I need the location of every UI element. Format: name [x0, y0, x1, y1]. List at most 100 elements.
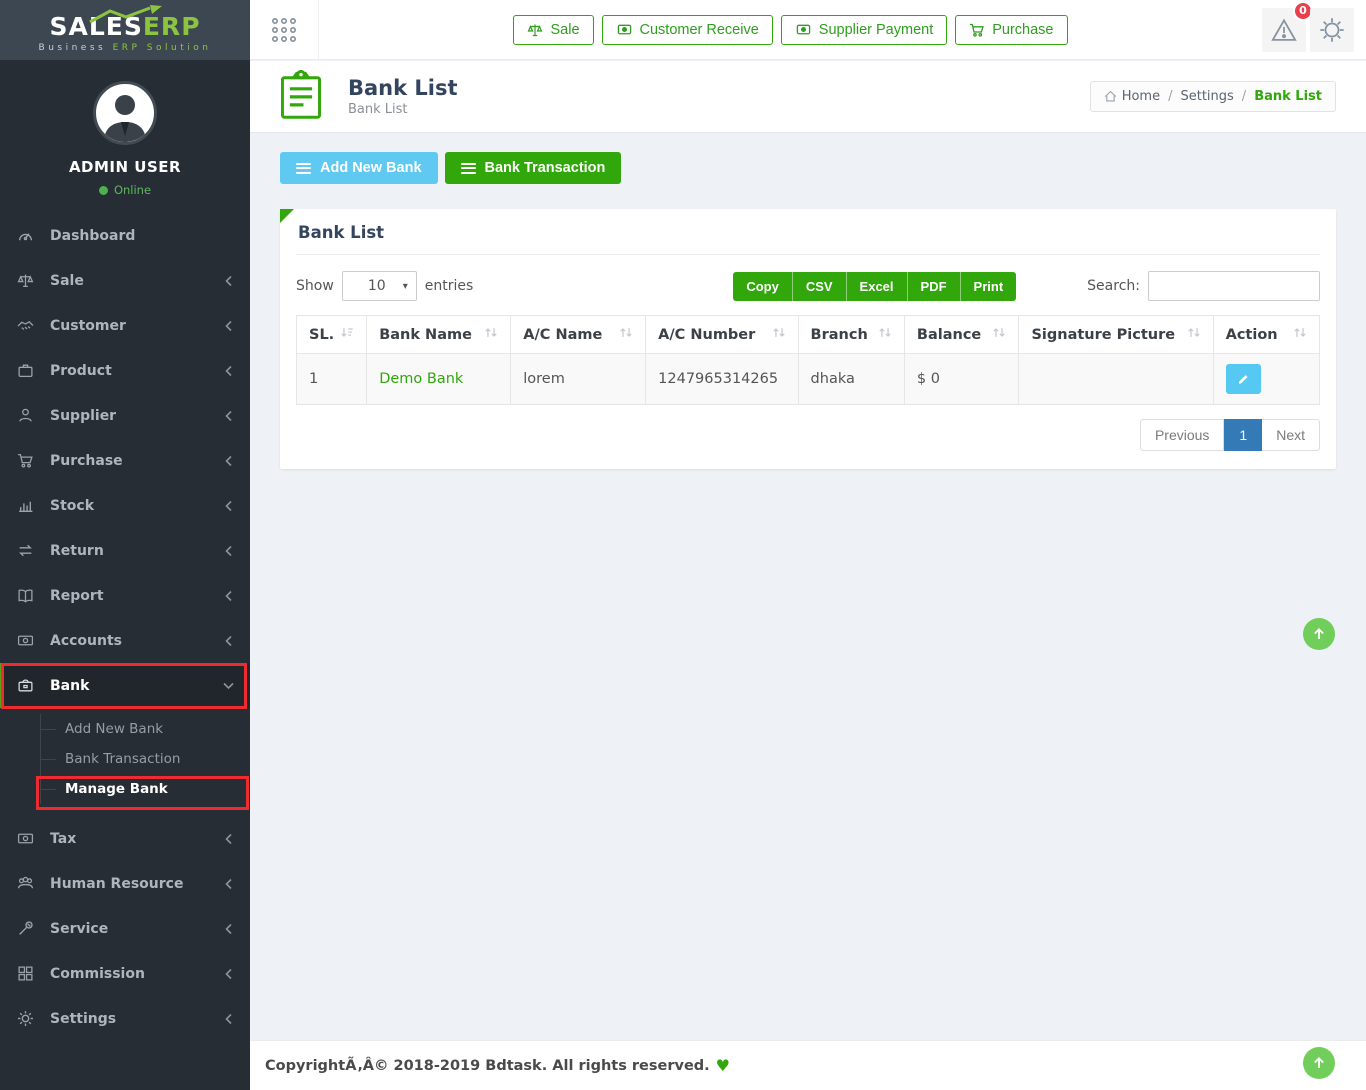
chevron-left-icon: [224, 1013, 233, 1025]
sidebar-item-product[interactable]: Product: [0, 348, 250, 393]
sidebar-item-label: Bank: [50, 678, 224, 694]
sidebar: SALESERP Business ERP Solution ADMIN USE…: [0, 0, 250, 1090]
copy-button[interactable]: Copy: [733, 272, 793, 301]
export-buttons: Copy CSV Excel PDF Print: [733, 272, 1016, 301]
return-arrows-icon: [17, 542, 35, 559]
brand-tagline: Business ERP Solution: [39, 43, 212, 53]
edit-button[interactable]: [1226, 364, 1261, 394]
breadcrumb-separator: /: [1242, 89, 1246, 104]
money-icon: [17, 632, 35, 649]
clipboard-icon: [280, 70, 322, 124]
sidebar-item-label: Accounts: [50, 633, 224, 649]
breadcrumb-settings[interactable]: Settings: [1180, 89, 1233, 104]
sidebar-item-sale[interactable]: Sale: [0, 258, 250, 303]
chevron-left-icon: [224, 275, 233, 287]
next-page-button[interactable]: Next: [1262, 419, 1320, 451]
sale-button[interactable]: Sale: [513, 15, 593, 45]
bank-table: SL. Bank Name A/C Name A/C Number Branch…: [296, 315, 1320, 405]
column-header-action[interactable]: Action: [1213, 316, 1319, 354]
user-name: ADMIN USER: [0, 158, 250, 176]
sidebar-item-accounts[interactable]: Accounts: [0, 618, 250, 663]
search-input[interactable]: [1148, 271, 1320, 301]
chevron-left-icon: [224, 410, 233, 422]
button-label: Supplier Payment: [819, 22, 933, 38]
alerts-button[interactable]: 0: [1262, 8, 1306, 52]
supplier-payment-button[interactable]: Supplier Payment: [781, 15, 947, 45]
sidebar-item-customer[interactable]: Customer: [0, 303, 250, 348]
sidebar-item-purchase[interactable]: Purchase: [0, 438, 250, 483]
sidebar-item-dashboard[interactable]: Dashboard: [0, 213, 250, 258]
chevron-left-icon: [224, 320, 233, 332]
pdf-button[interactable]: PDF: [908, 272, 961, 301]
previous-page-button[interactable]: Previous: [1140, 419, 1224, 451]
button-label: Add New Bank: [320, 160, 422, 176]
quick-actions: Sale Customer Receive Supplier Payment P…: [513, 15, 1067, 45]
print-button[interactable]: Print: [961, 272, 1017, 301]
chevron-left-icon: [224, 455, 233, 467]
sidebar-item-bank[interactable]: Bank: [0, 663, 250, 708]
sidebar-item-report[interactable]: Report: [0, 573, 250, 618]
sidebar-item-commission[interactable]: Commission: [0, 951, 250, 996]
sidebar-item-label: Dashboard: [50, 228, 233, 244]
home-icon: [1104, 90, 1117, 103]
sidebar-item-tax[interactable]: Tax: [0, 816, 250, 861]
sidebar-item-settings[interactable]: Settings: [0, 996, 250, 1041]
column-header-signature-picture[interactable]: Signature Picture: [1019, 316, 1213, 354]
sidebar-item-stock[interactable]: Stock: [0, 483, 250, 528]
cell-branch: dhaka: [798, 354, 904, 405]
logo-arrow-icon: [88, 5, 162, 25]
pagination: Previous 1 Next: [296, 419, 1320, 451]
column-header-sl[interactable]: SL.: [297, 316, 367, 354]
tree-dash: [41, 729, 56, 730]
page-1-button[interactable]: 1: [1224, 419, 1262, 451]
sidebar-item-label: Human Resource: [50, 876, 224, 892]
cell-ac-number: 1247965314265: [646, 354, 798, 405]
column-header-balance[interactable]: Balance: [904, 316, 1019, 354]
submenu-item-add-new-bank[interactable]: Add New Bank: [41, 714, 250, 744]
purchase-button[interactable]: Purchase: [955, 15, 1067, 45]
sort-both-icon: [772, 326, 786, 343]
csv-button[interactable]: CSV: [793, 272, 847, 301]
chevron-left-icon: [224, 833, 233, 845]
bank-transaction-button[interactable]: Bank Transaction: [445, 152, 622, 184]
scroll-top-button[interactable]: [1303, 618, 1335, 650]
chevron-down-icon: [224, 680, 233, 692]
brand-logo[interactable]: SALESERP Business ERP Solution: [0, 0, 250, 60]
sidebar-item-service[interactable]: Service: [0, 906, 250, 951]
sidebar-item-label: Stock: [50, 498, 224, 514]
button-label: Bank Transaction: [485, 160, 606, 176]
submenu-item-bank-transaction[interactable]: Bank Transaction: [41, 744, 250, 774]
settings-gear-button[interactable]: [1310, 8, 1354, 52]
chevron-left-icon: [224, 365, 233, 377]
bank-name-link[interactable]: Demo Bank: [379, 371, 463, 387]
gear-icon: [17, 1010, 35, 1027]
sidebar-item-supplier[interactable]: Supplier: [0, 393, 250, 438]
caret-down-icon: ▾: [403, 281, 408, 292]
column-header-ac-number[interactable]: A/C Number: [646, 316, 798, 354]
excel-button[interactable]: Excel: [847, 272, 908, 301]
column-header-ac-name[interactable]: A/C Name: [511, 316, 646, 354]
column-header-bank-name[interactable]: Bank Name: [367, 316, 511, 354]
page-length-select[interactable]: 10 ▾: [342, 271, 417, 301]
sort-desc-icon: [340, 326, 354, 343]
add-new-bank-button[interactable]: Add New Bank: [280, 152, 438, 184]
person-icon: [17, 407, 35, 424]
sidebar-item-label: Customer: [50, 318, 224, 334]
pencil-icon: [1236, 372, 1250, 386]
bank-list-card: Bank List Show 10 ▾ entries Copy CSV Exc…: [280, 209, 1336, 469]
column-header-branch[interactable]: Branch: [798, 316, 904, 354]
scales-icon: [17, 272, 35, 289]
entries-label: entries: [425, 278, 474, 294]
warning-triangle-icon: [1271, 18, 1297, 42]
book-icon: [17, 587, 35, 604]
apps-grid-button[interactable]: [250, 0, 319, 59]
scroll-top-button[interactable]: [1303, 1047, 1335, 1079]
avatar[interactable]: [93, 81, 157, 145]
breadcrumb-home[interactable]: Home: [1104, 89, 1160, 104]
page-subtitle: Bank List: [348, 102, 458, 117]
table-row: 1 Demo Bank lorem 1247965314265 dhaka $ …: [297, 354, 1320, 405]
submenu-item-manage-bank[interactable]: Manage Bank: [41, 774, 250, 804]
sidebar-item-return[interactable]: Return: [0, 528, 250, 573]
sidebar-item-human-resource[interactable]: Human Resource: [0, 861, 250, 906]
customer-receive-button[interactable]: Customer Receive: [602, 15, 773, 45]
